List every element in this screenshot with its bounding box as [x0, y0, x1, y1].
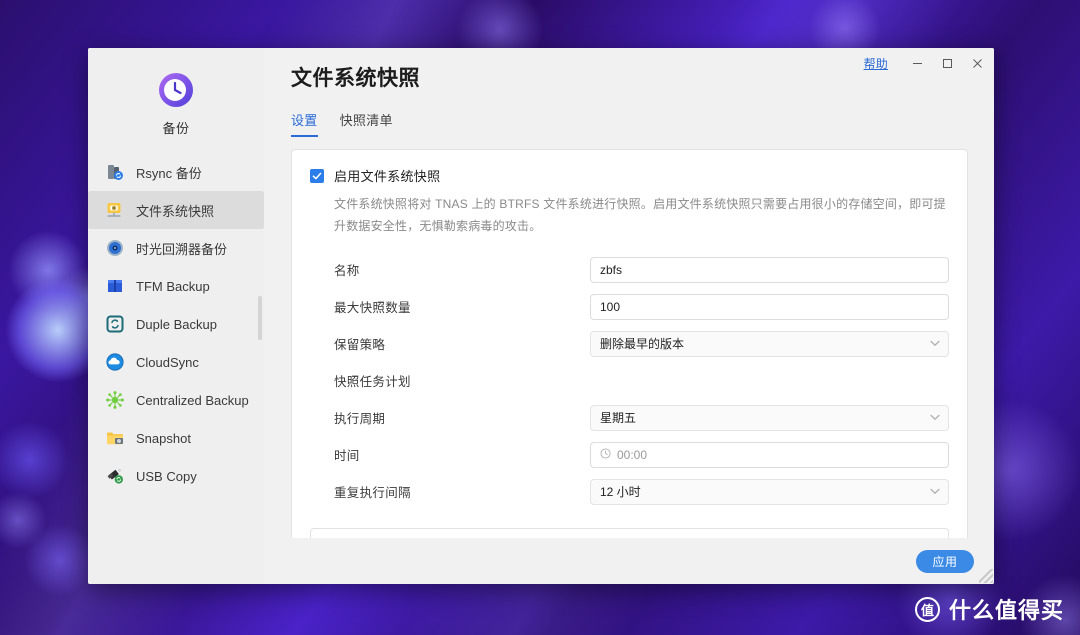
execution-cycle-value: 星期五 [600, 411, 637, 426]
chevron-down-icon [930, 488, 940, 495]
field-label: 保留策略 [334, 338, 386, 353]
sidebar-item-snapshot[interactable]: Snapshot [88, 419, 264, 457]
check-icon [312, 172, 322, 179]
time-input[interactable]: 00:00 [590, 441, 949, 468]
footer-bar: 应用 [264, 538, 994, 584]
filesystem-snapshot-icon [107, 203, 121, 217]
form-row-time: 时间 00:00 [310, 436, 949, 473]
rsync-server-icon [108, 165, 123, 180]
tab-snapshot-list[interactable]: 快照清单 [340, 110, 393, 137]
sidebar-item-rsync-backup[interactable]: Rsync 备份 [88, 153, 264, 191]
sidebar-item-label: TFM Backup [136, 278, 210, 294]
main-content: 文件系统快照 设置 快照清单 启用文件系统快照 文件系统快照将对 TNAS 上的… [264, 48, 994, 584]
sidebar-item-time-machine-backup[interactable]: 时光回溯器备份 [88, 229, 264, 267]
sidebar-scrollbar[interactable] [258, 296, 262, 340]
tab-bar: 设置 快照清单 [291, 110, 968, 137]
apply-button[interactable]: 应用 [916, 549, 974, 573]
clock-icon [600, 448, 611, 462]
watermark: 值 什么值得买 [914, 593, 1064, 625]
maximize-icon [942, 58, 952, 68]
sidebar-item-tfm-backup[interactable]: TFM Backup [88, 267, 264, 305]
duple-backup-icon [106, 315, 124, 333]
retention-policy-select[interactable]: 删除最早的版本 [590, 330, 949, 357]
watermark-text: 什么值得买 [948, 598, 1064, 623]
close-button[interactable] [962, 48, 992, 78]
help-link[interactable]: 帮助 [864, 55, 888, 72]
form-row-max-snapshots: 最大快照数量 100 [310, 288, 949, 325]
sidebar-item-cloudsync[interactable]: CloudSync [88, 343, 264, 381]
sidebar-item-label: Duple Backup [136, 316, 217, 332]
centralized-backup-icon [106, 391, 124, 409]
form-row-repeat-interval: 重复执行间隔 12 小时 [310, 473, 949, 510]
form-row-name: 名称 zbfs [310, 251, 949, 288]
tfm-backup-icon [108, 280, 122, 292]
cloudsync-icon [106, 353, 124, 371]
close-icon [972, 58, 982, 68]
sidebar-item-label: Centralized Backup [136, 392, 249, 408]
schedule-heading-label: 快照任务计划 [334, 375, 411, 390]
name-input[interactable]: zbfs [590, 256, 949, 283]
chevron-down-icon [930, 414, 940, 421]
sidebar-item-centralized-backup[interactable]: Centralized Backup [88, 381, 264, 419]
usb-copy-icon [107, 468, 123, 484]
settings-card: 启用文件系统快照 文件系统快照将对 TNAS 上的 BTRFS 文件系统进行快照… [291, 149, 968, 538]
sidebar-item-usb-copy[interactable]: USB Copy [88, 457, 264, 495]
form-row-schedule-heading: 快照任务计划 [310, 362, 949, 399]
repeat-interval-value: 12 小时 [600, 485, 641, 500]
app-name: 备份 [162, 121, 190, 136]
window-titlebar: 帮助 [864, 48, 994, 78]
sidebar-item-label: Rsync 备份 [136, 165, 202, 181]
minimize-icon [912, 62, 922, 64]
tab-settings[interactable]: 设置 [291, 110, 318, 137]
sidebar-nav: Rsync 备份 文件系统快照 时光回溯器备份 TFM Backup Duple… [88, 153, 264, 495]
sidebar-item-label: CloudSync [136, 354, 199, 370]
chevron-down-icon [930, 340, 940, 347]
sidebar: 备份 Rsync 备份 文件系统快照 时光回溯器备份 TFM Backup Du… [88, 48, 264, 584]
sidebar-item-filesystem-snapshot[interactable]: 文件系统快照 [88, 191, 264, 229]
maximize-button[interactable] [932, 48, 962, 78]
settings-scroll-area: 启用文件系统快照 文件系统快照将对 TNAS 上的 BTRFS 文件系统进行快照… [264, 137, 994, 538]
sidebar-item-label: 时光回溯器备份 [136, 241, 228, 257]
form-row-retention-policy: 保留策略 删除最早的版本 [310, 325, 949, 362]
settings-form: 名称 zbfs 最大快照数量 100 保留策略 删除最早的版本 快照任务计划 执… [310, 251, 949, 510]
field-label: 执行周期 [334, 412, 386, 427]
time-value: 00:00 [617, 447, 648, 462]
snapshot-folder-icon [107, 432, 123, 445]
enable-snapshot-checkbox[interactable] [310, 168, 324, 183]
field-label: 最大快照数量 [334, 301, 411, 316]
form-row-execution-cycle: 执行周期 星期五 [310, 399, 949, 436]
sidebar-item-label: USB Copy [136, 468, 197, 484]
enable-snapshot-label: 启用文件系统快照 [334, 169, 441, 184]
watermark-badge: 值 [914, 596, 940, 622]
execution-cycle-select[interactable]: 星期五 [590, 404, 949, 431]
time-machine-icon [107, 240, 123, 256]
resize-grip[interactable] [979, 569, 993, 583]
field-label: 重复执行间隔 [334, 486, 411, 501]
backup-app-window: 帮助 备份 Rsync 备份 文件系统快照 时光回溯器备份 TFM Backup… [88, 48, 994, 584]
app-brand: 备份 [88, 64, 264, 139]
enable-snapshot-description: 文件系统快照将对 TNAS 上的 BTRFS 文件系统进行快照。启用文件系统快照… [334, 197, 946, 234]
sidebar-item-label: Snapshot [136, 430, 191, 446]
minimize-button[interactable] [902, 48, 932, 78]
sidebar-item-label: 文件系统快照 [136, 203, 215, 219]
sidebar-item-duple-backup[interactable]: Duple Backup [88, 305, 264, 343]
enable-snapshot-row[interactable]: 启用文件系统快照 [310, 166, 949, 185]
note-card: 说明 文件系统快照仅适用于 BTRFS 文件系统。文件系统快照能降低由于误操作或… [310, 528, 949, 538]
field-label: 名称 [334, 264, 360, 279]
repeat-interval-select[interactable]: 12 小时 [590, 478, 949, 505]
clock-backup-icon [159, 73, 193, 107]
field-label: 时间 [334, 449, 360, 464]
retention-policy-value: 删除最早的版本 [600, 337, 685, 352]
max-snapshots-input[interactable]: 100 [590, 293, 949, 320]
